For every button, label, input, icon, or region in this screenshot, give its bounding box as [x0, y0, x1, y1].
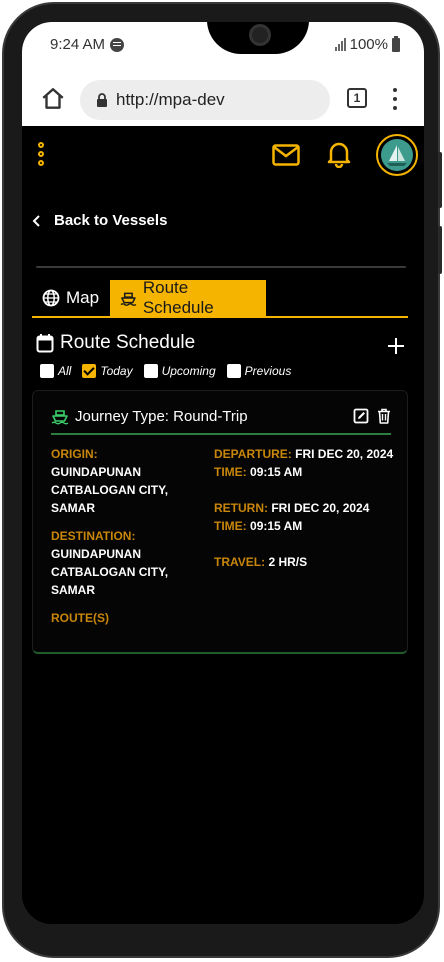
tab-map-label: Map — [66, 288, 100, 307]
vessel-logo-icon — [381, 139, 413, 171]
url-bar[interactable]: http://mpa-dev — [80, 80, 330, 120]
filter-upcoming-checkbox[interactable] — [143, 364, 158, 378]
power-button — [438, 226, 442, 274]
filter-all-label: All — [58, 364, 72, 378]
filter-today-label: Today — [100, 364, 133, 378]
return-label: RETURN: — [214, 501, 268, 515]
filter-previous[interactable]: Previous — [226, 364, 292, 378]
screen: 9:24 AM 100% http://mpa-dev 1 Back to Ve… — [22, 22, 424, 924]
departure-time-value: 09:15 AM — [250, 465, 303, 479]
filter-today[interactable]: Today — [82, 364, 133, 378]
section-title: Route Schedule — [36, 332, 195, 354]
calendar-icon — [36, 334, 54, 353]
return-value: FRI DEC 20, 2024 — [271, 501, 370, 515]
travel-value: 2 HR/S — [268, 555, 308, 569]
tab-map[interactable]: Map — [32, 280, 109, 316]
return-field: RETURN: FRI DEC 20, 2024 TIME: 09:15 AM — [214, 499, 394, 535]
back-label: Back to Vessels — [54, 212, 168, 229]
tab-route-label: Route Schedule — [142, 278, 214, 317]
tab-switcher-button[interactable]: 1 — [347, 88, 367, 108]
destination-field: DESTINATION: GUINDAPUNAN CATBALOGAN CITY… — [51, 527, 201, 599]
filter-today-checkbox[interactable] — [82, 364, 97, 378]
volume-button — [438, 152, 442, 208]
filter-upcoming-label: Upcoming — [161, 364, 216, 378]
origin-value: GUINDAPUNAN CATBALOGAN CITY, SAMAR — [51, 465, 169, 515]
departure-field: DEPARTURE: FRI DEC 20, 2024 TIME: 09:15 … — [214, 445, 394, 481]
section-title-text: Route Schedule — [60, 332, 196, 353]
journey-type-text: Journey Type: Round-Trip — [75, 407, 248, 425]
status-indicators: 100% — [334, 35, 400, 53]
divider — [36, 266, 406, 268]
ship-icon — [120, 292, 137, 306]
app-content: Back to Vessels Map Route Schedule Route… — [22, 126, 424, 924]
battery-percent: 100% — [349, 36, 388, 53]
travel-field: TRAVEL: 2 HR/S — [214, 553, 394, 571]
browser-toolbar: http://mpa-dev 1 — [22, 72, 424, 126]
spotify-icon — [110, 38, 124, 52]
schedule-details: DEPARTURE: FRI DEC 20, 2024 TIME: 09:15 … — [214, 445, 394, 571]
lock-icon — [97, 92, 107, 107]
filter-upcoming[interactable]: Upcoming — [143, 364, 216, 378]
status-time: 9:24 AM — [50, 36, 106, 53]
card-divider — [51, 433, 391, 435]
signal-icon — [334, 38, 346, 51]
destination-value: GUINDAPUNAN CATBALOGAN CITY, SAMAR — [51, 547, 169, 597]
bell-icon[interactable] — [326, 140, 352, 168]
ship-icon — [51, 410, 69, 425]
travel-label: TRAVEL: — [214, 555, 266, 569]
origin-label: ORIGIN: — [51, 447, 98, 461]
filter-previous-checkbox[interactable] — [226, 364, 241, 378]
app-menu-icon[interactable] — [37, 142, 45, 166]
chevron-left-icon — [32, 214, 40, 227]
schedule-filters: All Today Upcoming Previous — [40, 364, 295, 378]
browser-menu-icon[interactable] — [392, 88, 398, 110]
filter-all-checkbox[interactable] — [40, 364, 54, 378]
tab-route-schedule[interactable]: Route Schedule — [110, 278, 266, 317]
tab-bar: Map Route Schedule — [32, 278, 408, 318]
globe-icon — [42, 289, 60, 307]
home-icon[interactable] — [40, 86, 66, 112]
status-bar: 9:24 AM 100% — [22, 22, 424, 72]
return-time-value: 09:15 AM — [250, 519, 303, 533]
journey-type: Journey Type: Round-Trip — [51, 407, 248, 425]
departure-label: DEPARTURE: — [214, 447, 292, 461]
filter-all[interactable]: All — [40, 364, 71, 378]
filter-previous-label: Previous — [244, 364, 292, 378]
avatar[interactable] — [376, 134, 418, 176]
routes-label: ROUTE(S) — [51, 611, 109, 625]
edit-icon[interactable] — [353, 408, 369, 424]
battery-icon — [392, 35, 400, 52]
add-schedule-button[interactable] — [386, 336, 406, 356]
url-text: http://mpa-dev — [116, 90, 225, 109]
route-details: ORIGIN: GUINDAPUNAN CATBALOGAN CITY, SAM… — [51, 445, 201, 627]
origin-field: ORIGIN: GUINDAPUNAN CATBALOGAN CITY, SAM… — [51, 445, 201, 517]
camera-notch — [207, 22, 309, 54]
schedule-card: Journey Type: Round-Trip ORIGIN: GUINDAP… — [32, 390, 408, 654]
departure-time-label: TIME: — [214, 465, 247, 479]
phone-frame: 9:24 AM 100% http://mpa-dev 1 Back to Ve… — [2, 2, 442, 958]
trash-icon[interactable] — [377, 408, 391, 424]
return-time-label: TIME: — [214, 519, 247, 533]
card-actions — [353, 408, 391, 424]
back-to-vessels-link[interactable]: Back to Vessels — [32, 212, 167, 229]
departure-value: FRI DEC 20, 2024 — [295, 447, 394, 461]
mail-icon[interactable] — [272, 144, 300, 166]
destination-label: DESTINATION: — [51, 529, 136, 543]
